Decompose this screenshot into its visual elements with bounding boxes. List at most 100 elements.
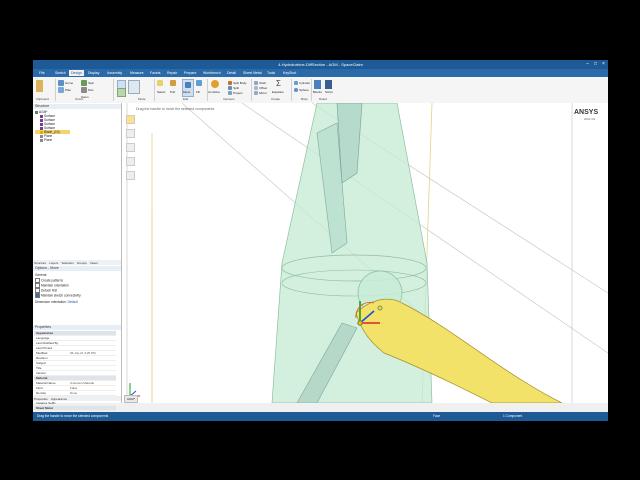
tab-sketch[interactable]: Sketch bbox=[53, 70, 68, 76]
tree-item[interactable]: Plane bbox=[35, 138, 70, 142]
panel-tabs: Structure Layers Selection Groups Views bbox=[33, 260, 121, 265]
blocks-icon[interactable] bbox=[314, 80, 321, 89]
tab-views[interactable]: Views bbox=[89, 261, 99, 265]
title-bar: 4-Hydroturbine-DiffSection - AGM - Space… bbox=[33, 60, 608, 69]
script-icon[interactable] bbox=[325, 80, 332, 89]
3d-mode-button[interactable] bbox=[128, 80, 140, 94]
ribbon: Clipboard Home Plan Spin Pan Zoom Orient… bbox=[33, 77, 608, 104]
structure-header: Structure bbox=[33, 104, 121, 109]
property-value: Unknown Material bbox=[70, 381, 95, 385]
property-row[interactable]: Sheet Metal bbox=[34, 406, 116, 411]
property-key: Language bbox=[36, 336, 50, 340]
group-separator bbox=[251, 79, 252, 101]
group-intersect-label: Intersect bbox=[223, 97, 235, 101]
ansys-logo: ANSYS bbox=[574, 109, 599, 116]
property-key: Revision bbox=[36, 356, 48, 360]
property-key: Last Printed bbox=[36, 346, 53, 350]
status-bar: Drag the handle to move the selected com… bbox=[33, 412, 608, 421]
plan-button[interactable]: Plan bbox=[58, 87, 71, 96]
cylinder-icon bbox=[294, 80, 298, 85]
group-mode-label: Mode bbox=[138, 97, 146, 101]
status-selection-count: 1 Component bbox=[503, 414, 523, 418]
blocks-label: Blocks bbox=[313, 90, 322, 94]
pull-button[interactable] bbox=[170, 80, 177, 89]
properties-tabs: Properties Appearance bbox=[33, 396, 121, 401]
maintain-sketch-connectivity-option[interactable]: Maintain sketch connectivity bbox=[35, 293, 81, 298]
project-icon bbox=[228, 90, 232, 95]
sphere-button[interactable]: Sphere bbox=[294, 87, 309, 96]
tab-design[interactable]: Design bbox=[69, 70, 84, 76]
tab-layers[interactable]: Layers bbox=[48, 261, 59, 265]
dimension-orientation-row: Dimension orientation: Default bbox=[35, 300, 78, 304]
property-key: Appearance bbox=[36, 331, 54, 335]
structure-tree: AGM* Surface Surface Surface Surface Bla… bbox=[35, 110, 70, 142]
viewport-hint: Drag the handle to move the selected com… bbox=[136, 107, 215, 111]
tab-detail[interactable]: Detail bbox=[225, 70, 238, 76]
paste-icon[interactable] bbox=[36, 80, 43, 92]
group-separator bbox=[311, 79, 312, 101]
combine-icon[interactable] bbox=[211, 80, 219, 88]
spin-icon bbox=[81, 80, 87, 86]
maximize-button[interactable]: □ bbox=[592, 61, 599, 68]
left-panel: Structure AGM* Surface Surface Surface S… bbox=[33, 103, 122, 411]
group-edit-label: Edit bbox=[183, 97, 189, 101]
minimize-button[interactable]: – bbox=[584, 61, 591, 68]
properties-header: Properties bbox=[33, 325, 121, 330]
section-mode-icon[interactable] bbox=[117, 88, 126, 97]
property-key: Material bbox=[36, 376, 48, 380]
ruler-tool-icon[interactable] bbox=[126, 171, 135, 180]
property-value: False bbox=[70, 386, 78, 390]
tab-workbench[interactable]: Workbench bbox=[201, 70, 223, 76]
tab-sheet-metal[interactable]: Sheet Metal bbox=[241, 70, 264, 76]
tab-properties[interactable]: Properties bbox=[33, 397, 49, 401]
group-ruled-label: Ruled bbox=[319, 97, 327, 101]
tab-repair[interactable]: Repair bbox=[165, 70, 179, 76]
tab-measure[interactable]: Measure bbox=[128, 70, 146, 76]
dimension-orientation-select[interactable]: Default bbox=[68, 300, 78, 304]
tab-groups[interactable]: Groups bbox=[76, 261, 88, 265]
model-canvas[interactable] bbox=[122, 103, 608, 403]
property-key: Version bbox=[36, 371, 47, 375]
group-separator bbox=[291, 79, 292, 101]
fill-label: Fill bbox=[196, 90, 200, 94]
pull-tool-icon[interactable] bbox=[126, 129, 135, 138]
checkbox-checked[interactable] bbox=[35, 293, 40, 298]
ribbon-tabs: File Sketch Design Display Assembly Meas… bbox=[33, 69, 608, 77]
fill-button[interactable] bbox=[196, 80, 203, 89]
sketch-tool-icon[interactable] bbox=[126, 143, 135, 152]
plane-icon bbox=[40, 138, 43, 142]
ansys-version: 2021 R1 bbox=[584, 117, 596, 121]
tab-assembly[interactable]: Assembly bbox=[105, 70, 124, 76]
select-button[interactable] bbox=[157, 80, 164, 89]
tab-structure[interactable]: Structure bbox=[33, 261, 47, 265]
tab-facets[interactable]: Facets bbox=[148, 70, 163, 76]
tab-file[interactable]: File bbox=[37, 70, 47, 76]
close-button[interactable]: × bbox=[600, 61, 607, 68]
fill-icon bbox=[196, 80, 202, 86]
equation-icon[interactable]: Σ bbox=[276, 80, 284, 88]
group-separator bbox=[113, 79, 114, 101]
move-button[interactable] bbox=[182, 79, 194, 97]
status-selection-filter[interactable]: Face bbox=[433, 414, 440, 418]
tab-selection[interactable]: Selection bbox=[60, 261, 74, 265]
tab-tools[interactable]: Tools bbox=[265, 70, 277, 76]
tab-display[interactable]: Display bbox=[86, 70, 101, 76]
anchor-tool-icon[interactable] bbox=[126, 157, 135, 166]
sphere-icon bbox=[294, 87, 298, 92]
combine-label: Combine bbox=[208, 90, 221, 94]
3d-viewport[interactable]: Drag the handle to move the selected com… bbox=[122, 103, 608, 403]
tab-keyshot[interactable]: KeyShot bbox=[281, 70, 298, 76]
property-key: Instance Suffix bbox=[36, 401, 56, 405]
document-tab[interactable]: AGM* bbox=[124, 395, 139, 403]
group-separator bbox=[55, 79, 56, 101]
tab-appearance[interactable]: Appearance bbox=[50, 397, 68, 401]
pull-label: Pull bbox=[170, 90, 176, 94]
property-key: Sheet Metal bbox=[36, 406, 53, 410]
pull-icon bbox=[170, 80, 176, 86]
move-icon bbox=[185, 82, 191, 88]
property-key: Subject bbox=[36, 361, 47, 365]
property-key: Title bbox=[36, 366, 42, 370]
select-tool-icon[interactable] bbox=[126, 115, 135, 124]
tab-prepare[interactable]: Prepare bbox=[182, 70, 198, 76]
mirror-button[interactable]: Mirror bbox=[254, 90, 267, 99]
